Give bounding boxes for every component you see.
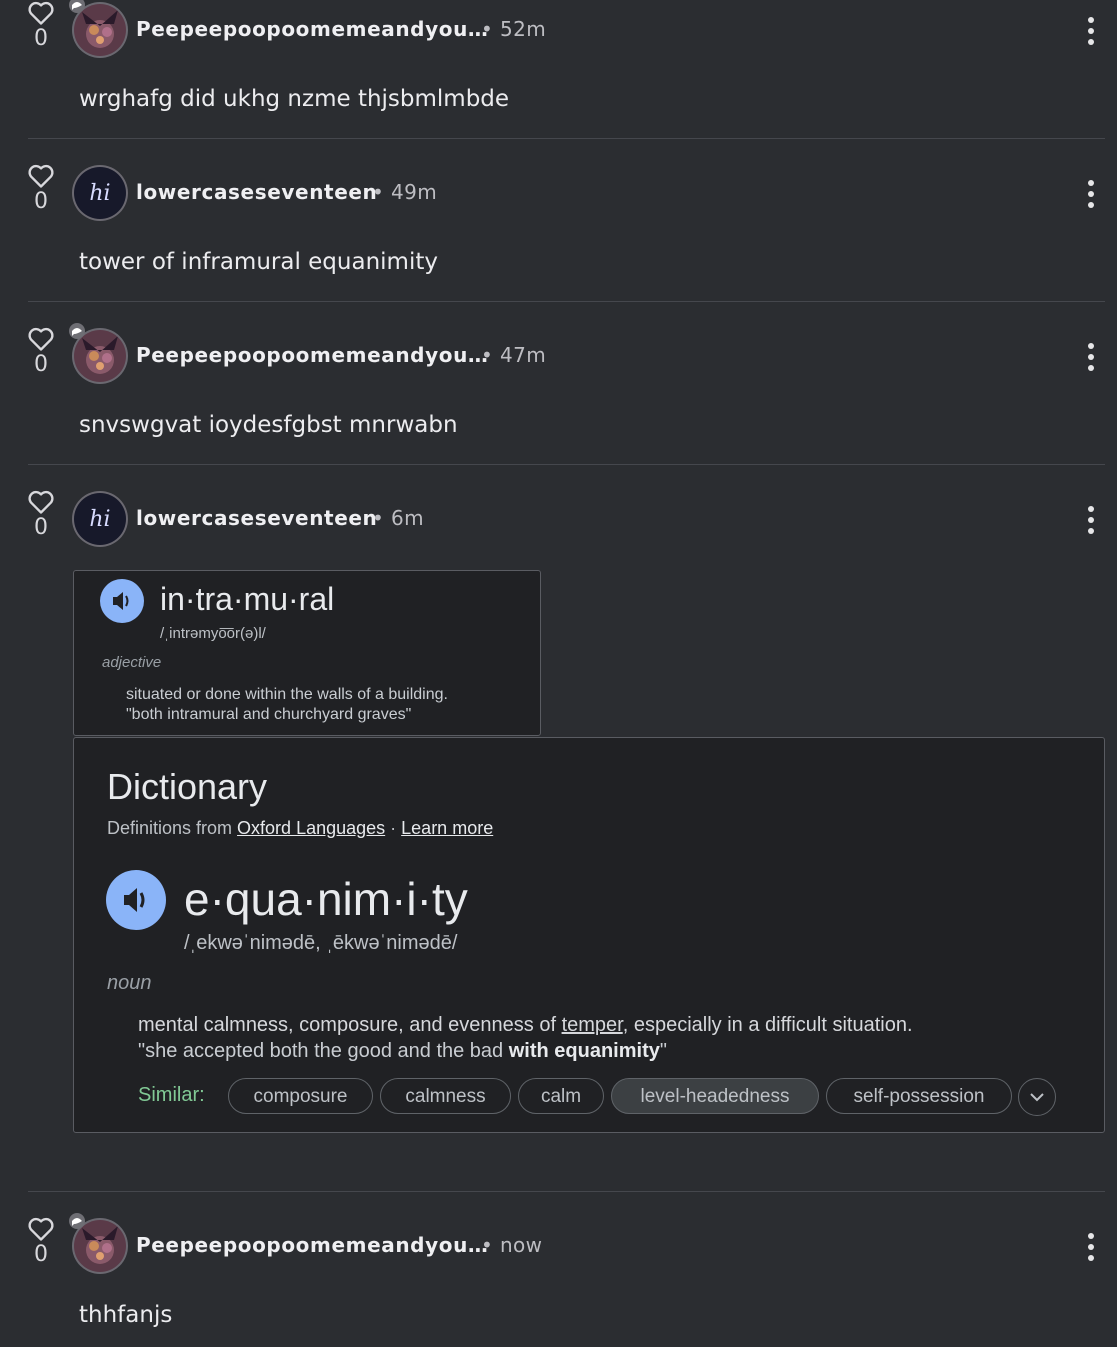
definition: situated or done within the walls of a b… [126,686,448,703]
username[interactable]: lowercaseseventeen [136,180,377,204]
post-text: tower of inframural equanimity [79,249,438,275]
part-of-speech: noun [107,972,152,994]
heart-icon[interactable] [27,163,55,189]
more-options-icon[interactable] [1082,1232,1100,1262]
speech-bubble-icon [69,0,85,13]
chevron-down-icon [1030,1093,1044,1102]
expand-similar-button[interactable] [1018,1078,1056,1116]
definition: mental calmness, composure, and evenness… [138,1014,913,1036]
like-count: 0 [34,352,48,377]
like-column: 0 [22,0,60,50]
post-divider [28,138,1105,139]
similar-chip[interactable]: self-possession [826,1078,1012,1114]
like-count: 0 [34,1242,48,1267]
part-of-speech: adjective [102,654,162,671]
dictionary-card-equanimity: Dictionary Definitions from Oxford Langu… [73,737,1105,1133]
heart-icon[interactable] [27,326,55,352]
example: "she accepted both the good and the bad … [138,1040,667,1062]
post-time: • now [481,1233,543,1257]
dictionary-source: Definitions from Oxford Languages · Lear… [107,818,494,838]
post-time: • 47m [481,343,547,367]
similar-chip[interactable]: composure [228,1078,373,1114]
learn-more-link[interactable]: Learn more [401,818,493,838]
similar-chip[interactable]: calmness [380,1078,511,1114]
dictionary-title: Dictionary [107,766,268,807]
similar-chip[interactable]: level-headedness [611,1078,819,1114]
speaker-icon[interactable] [100,579,144,623]
dictionary-card-intramural: in·tra·mu·ral /ˌintrəmyo͞or(ə)l/ adjecti… [73,570,541,736]
post-text: wrghafg did ukhg nzme thjsbmlmbde [79,86,510,112]
more-options-icon[interactable] [1082,342,1100,372]
temper-link[interactable]: temper [562,1014,623,1036]
heart-icon[interactable] [27,1216,55,1242]
example: "both intramural and churchyard graves" [126,706,412,723]
like-column: 0 [22,163,60,213]
like-count: 0 [34,189,48,214]
heart-icon[interactable] [27,0,55,26]
avatar[interactable]: hi [74,493,126,545]
speech-bubble-icon [69,1213,85,1229]
like-column: 0 [22,326,60,376]
username[interactable]: Peepeepoopoomemeandyou… [136,1233,489,1257]
headword: in·tra·mu·ral [160,581,335,617]
heart-icon[interactable] [27,489,55,515]
username[interactable]: lowercaseseventeen [136,506,377,530]
post-divider [28,301,1105,302]
more-options-icon[interactable] [1082,505,1100,535]
avatar[interactable]: hi [74,167,126,219]
like-column: 0 [22,1216,60,1266]
post-divider [28,1191,1105,1192]
post-text: snvswgvat ioydesfgbst mnrwabn [79,412,458,438]
pronunciation: /ˌintrəmyo͞or(ə)l/ [160,625,266,642]
like-count: 0 [34,26,48,51]
more-options-icon[interactable] [1082,179,1100,209]
post-time: • 6m [372,506,424,530]
similar-label: Similar: [138,1084,205,1106]
speech-bubble-icon [69,323,85,339]
oxford-languages-link[interactable]: Oxford Languages [237,818,385,838]
pronunciation: /ˌekwəˈnimədē, ˌēkwəˈnimədē/ [184,932,458,954]
username[interactable]: Peepeepoopoomemeandyou… [136,343,489,367]
post-divider [28,464,1105,465]
similar-chip[interactable]: calm [518,1078,604,1114]
post-text: thhfanjs [79,1302,173,1328]
post-time: • 52m [481,17,547,41]
like-count: 0 [34,515,48,540]
username[interactable]: Peepeepoopoomemeandyou… [136,17,489,41]
more-options-icon[interactable] [1082,16,1100,46]
headword: e·qua·nim·i·ty [184,873,468,925]
speaker-icon[interactable] [106,870,166,930]
like-column: 0 [22,489,60,539]
post-time: • 49m [372,180,438,204]
